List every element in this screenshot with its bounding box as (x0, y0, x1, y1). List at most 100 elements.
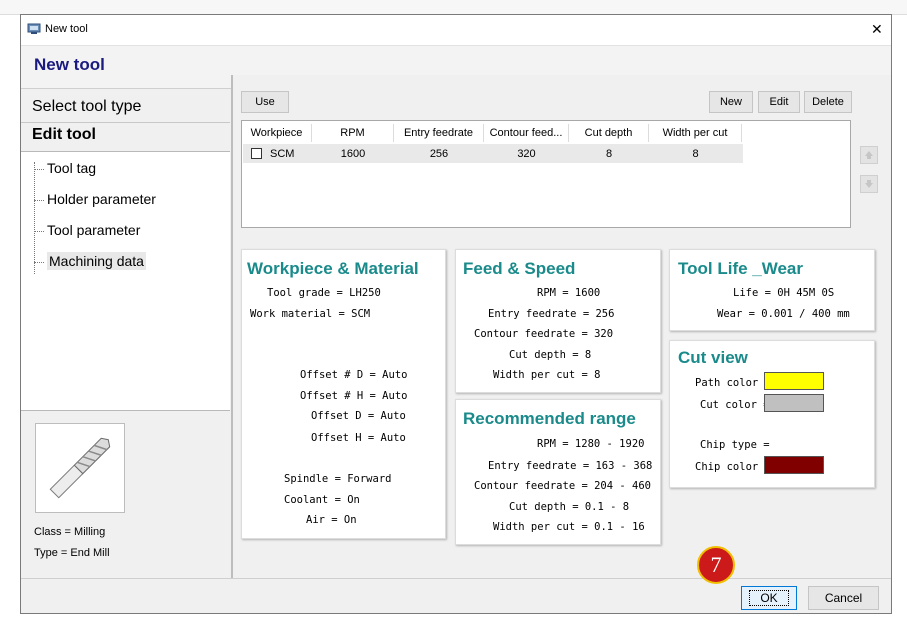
row-checkbox[interactable] (251, 148, 262, 159)
column-header-label: Contour feed... (489, 127, 563, 139)
close-icon[interactable]: ✕ (871, 21, 883, 38)
delete-button[interactable]: Delete (804, 91, 852, 113)
entry-feedrate-text: Entry feedrate = 256 (488, 308, 615, 320)
tree-item-machining-data[interactable]: Machining data (34, 252, 146, 270)
sidebar: Select tool type Edit tool Tool tag Hold… (21, 89, 230, 589)
sidebar-item-edit-tool[interactable]: Edit tool (21, 117, 230, 151)
new-button-label: New (719, 96, 742, 108)
move-up-button[interactable] (860, 146, 878, 164)
tool-image (35, 423, 125, 513)
cut-view-card: Cut view Path color = Cut color = Chip t… (669, 340, 875, 488)
range-width-per-cut-text: Width per cut = 0.1 - 16 (493, 521, 645, 533)
path-color-label: Path color = (695, 377, 771, 389)
rpm-text: RPM = 1600 (537, 287, 601, 299)
move-down-button[interactable] (860, 175, 878, 193)
column-header-label: Cut depth (584, 127, 633, 139)
cell-contour-feed: 320 (517, 148, 536, 160)
tool-life-card: Tool Life _Wear Life = 0H 45M 0S Wear = … (669, 249, 875, 331)
column-header-label: Width per cut (662, 127, 728, 139)
column-header-entry-feedrate[interactable]: Entry feedrate (394, 124, 484, 142)
cell-cut-depth: 8 (605, 148, 613, 160)
cancel-button-label: Cancel (824, 591, 863, 605)
window-title: New tool (45, 23, 88, 35)
sidebar-item-label: Select tool type (32, 98, 142, 115)
chip-color-label: Chip color = (695, 461, 771, 473)
edit-button[interactable]: Edit (758, 91, 800, 113)
card-title: Tool Life _Wear (678, 259, 804, 278)
range-contour-feedrate-text: Contour feedrate = 204 - 460 (474, 480, 652, 492)
column-header-label: Entry feedrate (403, 127, 474, 139)
offset-no-d-text: Offset # D = Auto (300, 369, 408, 381)
cut-depth-text: Cut depth = 8 (509, 349, 592, 361)
tree-item-label: Tool parameter (47, 222, 141, 238)
edit-button-label: Edit (769, 96, 789, 108)
column-header-label: Workpiece (250, 127, 303, 139)
chip-type-label: Chip type = (700, 439, 770, 451)
title-bar: New tool ✕ (21, 15, 891, 45)
card-title: Recommended range (463, 409, 636, 428)
cell-width-per-cut: 8 (692, 148, 699, 160)
delete-button-label: Delete (812, 96, 844, 108)
cut-color-swatch[interactable] (764, 394, 824, 412)
new-button[interactable]: New (709, 91, 753, 113)
width-per-cut-text: Width per cut = 8 (493, 369, 601, 381)
tool-grade-text: Tool grade = LH250 (267, 287, 381, 299)
recommended-range-card: Recommended range RPM = 1280 - 1920 Entr… (455, 399, 661, 545)
tree-branch (34, 168, 44, 170)
cut-color-label: Cut color = (700, 399, 770, 411)
arrow-down-icon (865, 180, 873, 188)
column-header-width-per-cut[interactable]: Width per cut (649, 124, 742, 142)
tree-item-label: Tool tag (47, 160, 97, 176)
contour-feedrate-text: Contour feedrate = 320 (474, 328, 614, 340)
step-badge-number: 7 (710, 552, 722, 577)
cancel-button[interactable]: Cancel (808, 586, 879, 610)
work-material-text: Work material = SCM (250, 308, 371, 320)
life-text: Life = 0H 45M 0S (733, 287, 835, 299)
page-title: New tool (34, 55, 105, 74)
tree-branch (34, 199, 44, 201)
card-title: Workpiece & Material (247, 259, 419, 278)
coolant-text: Coolant = On (284, 494, 360, 506)
column-header-rpm[interactable]: RPM (312, 124, 394, 142)
use-button-label: Use (255, 96, 275, 108)
type-text: Type = End Mill (34, 547, 110, 559)
range-entry-feedrate-text: Entry feedrate = 163 - 368 (488, 460, 653, 472)
tree-item-holder-parameter[interactable]: Holder parameter (34, 191, 156, 207)
class-text: Class = Milling (34, 526, 106, 538)
tree-item-tool-parameter[interactable]: Tool parameter (34, 222, 140, 238)
feed-speed-card: Feed & Speed RPM = 1600 Entry feedrate =… (455, 249, 661, 393)
range-cut-depth-text: Cut depth = 0.1 - 8 (509, 501, 630, 513)
app-icon (27, 23, 41, 38)
cell-rpm: 1600 (340, 148, 366, 160)
arrow-up-icon (865, 151, 873, 159)
use-button[interactable]: Use (241, 91, 289, 113)
ok-button-label: OK (749, 590, 789, 606)
cell-workpiece: SCM (270, 148, 295, 160)
chip-color-swatch[interactable] (764, 456, 824, 474)
step-badge: 7 (697, 546, 735, 584)
range-rpm-text: RPM = 1280 - 1920 (537, 438, 645, 450)
wear-text: Wear = 0.001 / 400 mm (717, 308, 850, 320)
background-window-edge (0, 0, 907, 15)
card-title: Cut view (678, 348, 748, 367)
machining-data-table: Workpiece RPM Entry feedrate Contour fee… (241, 120, 851, 228)
offset-d-text: Offset D = Auto (311, 410, 406, 422)
ok-button[interactable]: OK (741, 586, 797, 610)
offset-h-text: Offset H = Auto (311, 432, 406, 444)
column-header-cut-depth[interactable]: Cut depth (569, 124, 649, 142)
column-header-workpiece[interactable]: Workpiece (242, 124, 312, 142)
path-color-swatch[interactable] (764, 372, 824, 390)
sidebar-item-label: Edit tool (32, 126, 96, 143)
tree-branch (34, 230, 44, 232)
offset-no-h-text: Offset # H = Auto (300, 390, 408, 402)
tree-item-tool-tag[interactable]: Tool tag (34, 160, 96, 176)
column-header-label: RPM (340, 127, 365, 139)
column-header-contour-feed[interactable]: Contour feed... (484, 124, 569, 142)
edit-tool-tree: Tool tag Holder parameter Tool parameter… (21, 151, 230, 411)
cell-entry-feedrate: 256 (429, 148, 449, 160)
card-title: Feed & Speed (463, 259, 576, 278)
spindle-text: Spindle = Forward (284, 473, 392, 485)
tree-branch (34, 261, 44, 263)
tree-item-label: Holder parameter (47, 191, 156, 207)
workpiece-material-card: Workpiece & Material Tool grade = LH250 … (241, 249, 446, 539)
